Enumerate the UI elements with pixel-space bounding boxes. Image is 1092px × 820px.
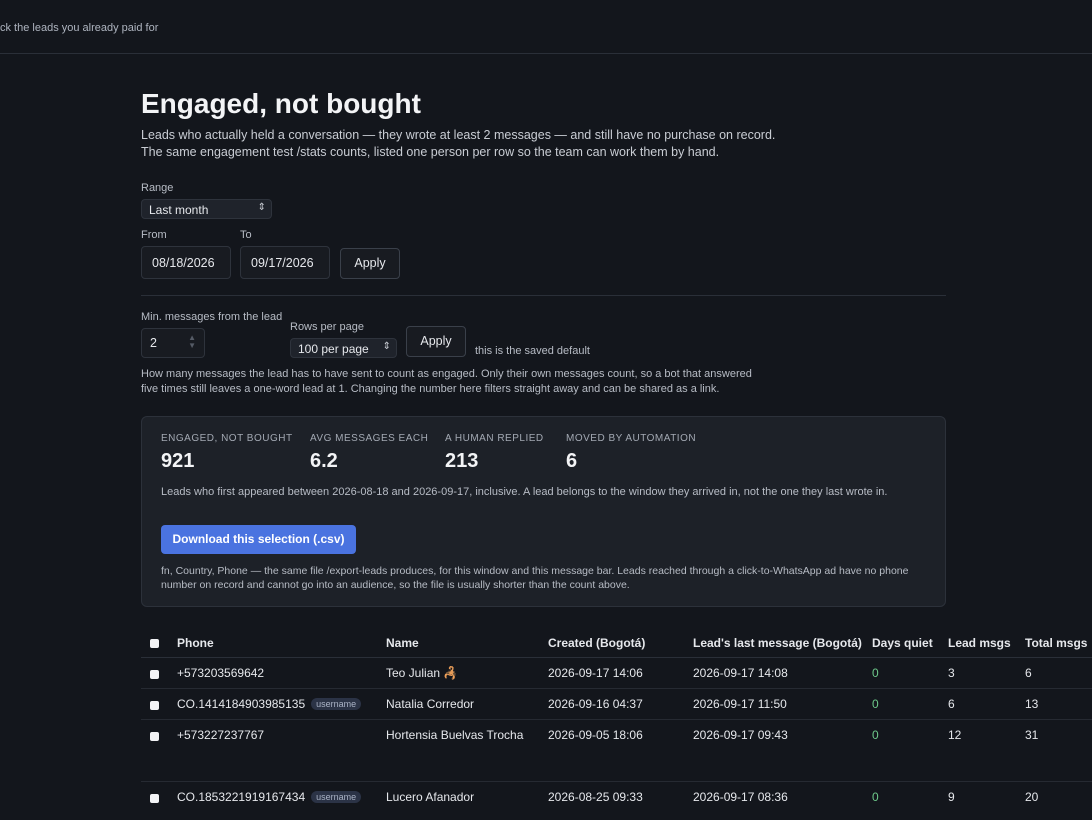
stats-card: ENGAGED, NOT BOUGHT 921 AVG MESSAGES EAC… xyxy=(141,416,946,607)
stats-description: Leads who first appeared between 2026-08… xyxy=(161,486,888,498)
kpi-value-human: 213 xyxy=(445,450,479,472)
chevron-updown-icon: ⇕ xyxy=(257,202,266,213)
row-days-quiet: 0 xyxy=(872,728,879,742)
table-row[interactable]: CO.1853221919167434 username Lucero Afana… xyxy=(141,782,1092,813)
row-total-msgs: 13 xyxy=(1025,697,1039,711)
kpi-label-avg: AVG MESSAGES EACH xyxy=(310,433,429,444)
row-lead-msgs: 6 xyxy=(948,697,955,711)
col-days-quiet[interactable]: Days quiet xyxy=(872,636,933,650)
row-phone: +573203569642 xyxy=(177,666,264,680)
range-apply-button[interactable]: Apply xyxy=(340,248,400,279)
phone-text: +573227237767 xyxy=(177,728,265,742)
col-created[interactable]: Created (Bogotá) xyxy=(548,636,645,650)
kpi-value-automation: 6 xyxy=(566,450,578,472)
to-date-input[interactable]: 09/17/2026 xyxy=(240,246,330,279)
download-csv-button[interactable]: Download this selection (.csv) xyxy=(161,525,356,554)
col-name[interactable]: Name xyxy=(386,636,419,650)
page-intro: Leads who actually held a conversation —… xyxy=(141,127,775,161)
range-select-value: Last month xyxy=(149,203,209,217)
row-total-msgs: 20 xyxy=(1025,790,1039,804)
help-line-2: five times still leaves a one-word lead … xyxy=(141,383,720,395)
table-row[interactable]: +573203569642 Teo Julian 🦂 2026-09-17 14… xyxy=(141,658,1092,689)
to-label: To xyxy=(240,229,252,241)
row-name: Lucero Afanador xyxy=(386,790,475,804)
phone-text: CO.1414184903985135 xyxy=(177,697,306,711)
stats-footnote: fn, Country, Phone — the same file /expo… xyxy=(161,565,909,591)
row-checkbox[interactable] xyxy=(150,670,159,679)
select-all-checkbox[interactable] xyxy=(150,639,159,648)
chevron-updown-icon: ⇕ xyxy=(382,341,391,352)
row-created: 2026-09-05 18:06 xyxy=(548,728,643,742)
row-name: Hortensia Buelvas Trocha xyxy=(386,728,524,742)
range-label: Range xyxy=(141,182,174,194)
intro-line-2: The same engagement test /stats counts, … xyxy=(141,145,720,159)
row-last-message: 2026-09-17 09:43 xyxy=(693,728,788,742)
table-row[interactable]: +573227237767 Hortensia Buelvas Trocha 2… xyxy=(141,720,1092,782)
row-last-message: 2026-09-17 11:50 xyxy=(693,697,787,711)
col-total-msgs[interactable]: Total msgs xyxy=(1025,636,1087,650)
col-phone[interactable]: Phone xyxy=(177,636,214,650)
row-phone: CO.1414184903985135 username xyxy=(177,697,362,711)
row-days-quiet: 0 xyxy=(872,666,879,680)
row-total-msgs: 31 xyxy=(1025,728,1039,742)
kpi-value-engaged: 921 xyxy=(161,450,195,472)
phone-text: +573203569642 xyxy=(177,666,265,680)
kpi-label-human: A HUMAN REPLIED xyxy=(445,433,544,444)
min-messages-stepper[interactable]: 2 ▲ ▼ xyxy=(141,328,205,358)
rows-per-page-label: Rows per page xyxy=(290,321,364,333)
row-created: 2026-09-16 04:37 xyxy=(548,697,643,711)
intro-line-1: Leads who actually held a conversation —… xyxy=(141,128,776,142)
from-label: From xyxy=(141,229,167,241)
min-messages-value: 2 xyxy=(150,336,157,350)
phone-text: CO.1853221919167434 xyxy=(177,790,306,804)
from-date-input[interactable]: 08/18/2026 xyxy=(141,246,231,279)
row-last-message: 2026-09-17 08:36 xyxy=(693,790,788,804)
row-checkbox[interactable] xyxy=(150,732,159,741)
range-select[interactable]: Last month ⇕ xyxy=(141,199,272,219)
row-last-message: 2026-09-17 14:08 xyxy=(693,666,788,680)
row-total-msgs: 6 xyxy=(1025,666,1032,680)
col-lead-msgs[interactable]: Lead msgs xyxy=(948,636,1011,650)
top-bar: ck the leads you already paid for xyxy=(0,0,1092,54)
rows-per-page-value: 100 per page xyxy=(298,342,369,356)
saved-default-note: this is the saved default xyxy=(475,345,590,357)
username-badge: username xyxy=(311,791,362,803)
section-divider xyxy=(141,295,946,296)
row-created: 2026-08-25 09:33 xyxy=(548,790,643,804)
table-row[interactable]: CO.1414184903985135 username Natalia Corr… xyxy=(141,689,1092,720)
filters-apply-button[interactable]: Apply xyxy=(406,326,466,357)
col-last-message[interactable]: Lead's last message (Bogotá) xyxy=(693,636,862,650)
row-checkbox[interactable] xyxy=(150,794,159,803)
row-days-quiet: 0 xyxy=(872,697,879,711)
kpi-label-engaged: ENGAGED, NOT BOUGHT xyxy=(161,433,293,444)
page-title: Engaged, not bought xyxy=(141,88,421,119)
help-line-1: How many messages the lead has to have s… xyxy=(141,368,752,380)
row-checkbox[interactable] xyxy=(150,701,159,710)
row-name: Natalia Corredor xyxy=(386,697,475,711)
kpi-label-automation: MOVED BY AUTOMATION xyxy=(566,433,697,444)
row-created: 2026-09-17 14:06 xyxy=(548,666,643,680)
row-name: Teo Julian 🦂 xyxy=(386,666,459,680)
row-phone: +573227237767 xyxy=(177,728,264,742)
breadcrumb: ck the leads you already paid for xyxy=(0,22,159,34)
username-badge: username xyxy=(311,698,362,710)
stepper-arrows-icon[interactable]: ▲ ▼ xyxy=(188,334,196,350)
row-lead-msgs: 9 xyxy=(948,790,955,804)
kpi-value-avg: 6.2 xyxy=(310,450,338,472)
row-days-quiet: 0 xyxy=(872,790,879,804)
row-lead-msgs: 3 xyxy=(948,666,955,680)
row-phone: CO.1853221919167434 username xyxy=(177,790,362,804)
min-messages-help: How many messages the lead has to have s… xyxy=(141,367,752,397)
min-messages-label: Min. messages from the lead xyxy=(141,311,283,323)
rows-per-page-select[interactable]: 100 per page ⇕ xyxy=(290,338,397,358)
row-lead-msgs: 12 xyxy=(948,728,962,742)
